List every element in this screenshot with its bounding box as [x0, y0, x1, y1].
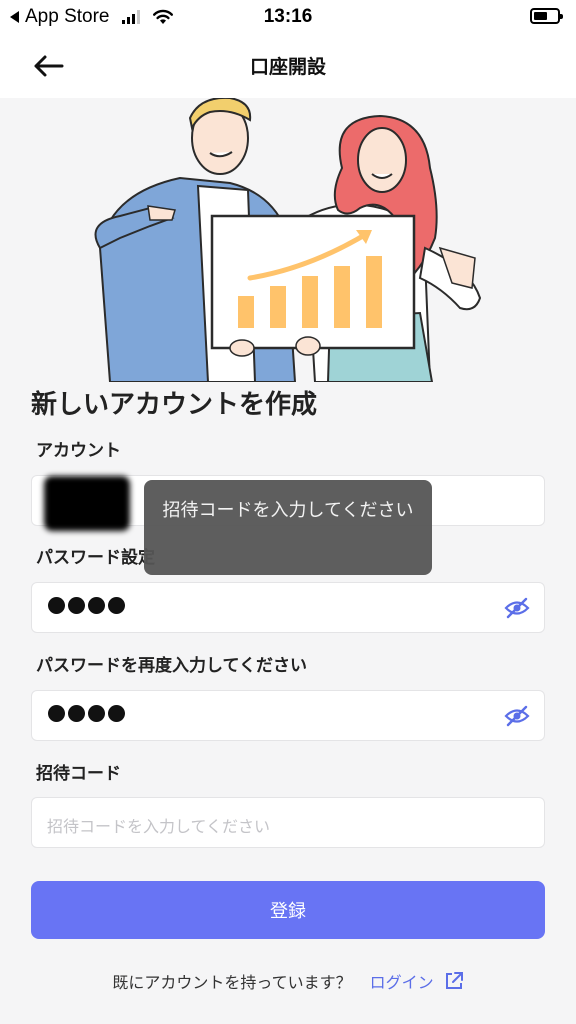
password-masked-value [48, 597, 125, 614]
password-confirm-masked-value [48, 705, 125, 722]
invite-code-label: 招待コード [36, 764, 121, 784]
login-link-label: ログイン [369, 973, 434, 992]
battery-icon [530, 8, 563, 24]
toast-message: 招待コードを入力してください [144, 480, 432, 575]
form-heading: 新しいアカウントを作成 [31, 390, 318, 420]
register-button[interactable]: 登録 [31, 881, 545, 939]
external-link-icon [445, 972, 463, 989]
account-label: アカウント [36, 441, 121, 461]
have-account-text: 既にアカウントを持っています？ [112, 973, 352, 992]
password-label: パスワード設定 [36, 548, 155, 568]
hide-password-icon[interactable] [504, 596, 530, 624]
login-prompt: 既にアカウントを持っています？ ログイン [0, 969, 576, 993]
nav-bar: 口座開設 [0, 34, 576, 98]
invite-code-input[interactable]: 招待コードを入力してください [31, 797, 545, 848]
login-link[interactable]: ログイン [370, 969, 464, 993]
password-confirm-label: パスワードを再度入力してください [36, 656, 307, 676]
hero-illustration [80, 98, 496, 382]
status-bar: App Store 13:16 [0, 0, 576, 34]
page-title-nav: 口座開設 [249, 56, 326, 78]
password-input[interactable] [31, 582, 545, 633]
status-time: 13:16 [263, 6, 313, 27]
redacted-account-value [44, 476, 130, 531]
hide-password-confirm-icon[interactable] [504, 704, 530, 732]
invite-code-placeholder: 招待コードを入力してください [47, 817, 271, 836]
password-confirm-input[interactable] [31, 690, 545, 741]
